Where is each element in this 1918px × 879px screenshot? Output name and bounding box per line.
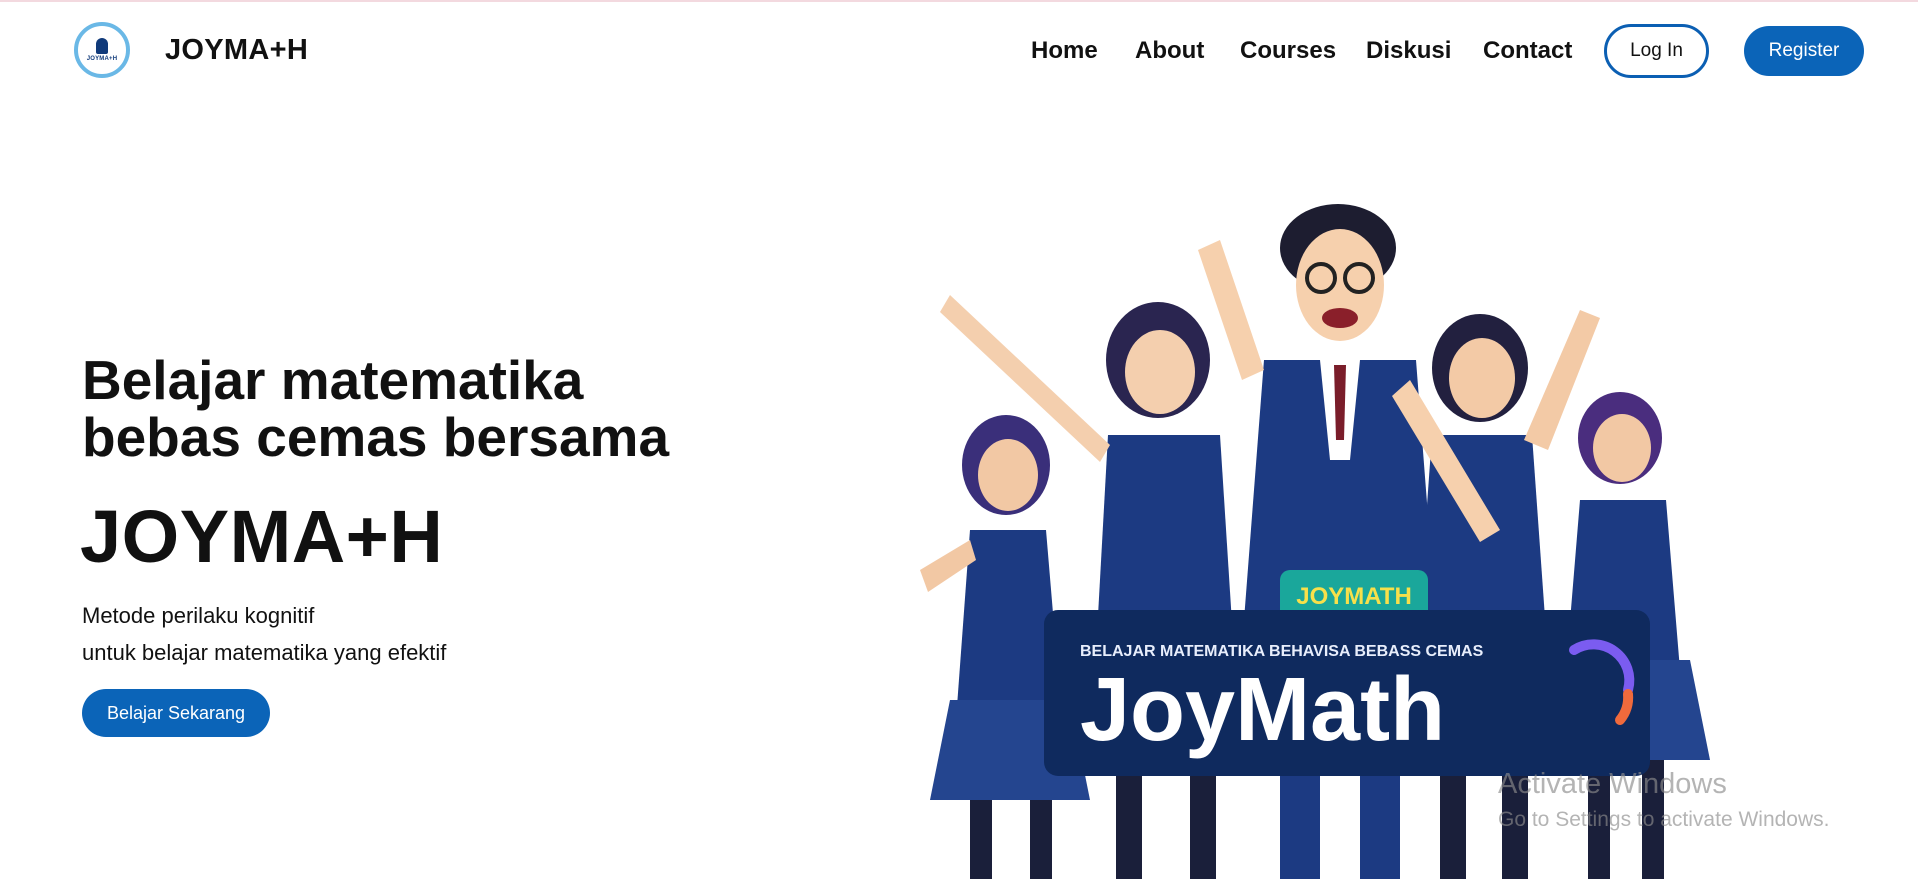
hero-subtitle-line2: untuk belajar matematika yang efektif	[82, 640, 447, 665]
hero-brand: JOYMA+H	[80, 495, 444, 578]
logo-text: JOYMA+H	[86, 56, 118, 62]
hero-subtitle: Metode perilaku kognitif untuk belajar m…	[82, 597, 446, 671]
nav-diskusi[interactable]: Diskusi	[1366, 37, 1451, 65]
hero-title-line1: Belajar matematika	[82, 349, 584, 411]
hero-title-line2: bebas cemas bersama	[82, 406, 670, 468]
joymath-banner: BELAJAR MATEMATIKA BEHAVISA BEBASS CEMAS…	[1044, 610, 1650, 776]
nav-courses[interactable]: Courses	[1240, 37, 1336, 65]
brand-name[interactable]: JOYMA+H	[165, 34, 308, 67]
logo-icon	[96, 38, 108, 54]
banner-title: JoyMath	[1080, 660, 1445, 760]
badge-text: JOYMATH	[1296, 583, 1412, 610]
banner-tagline: BELAJAR MATEMATIKA BEHAVISA BEBASS CEMAS	[1080, 643, 1484, 660]
site-logo[interactable]: JOYMA+H	[74, 22, 130, 78]
activate-windows-hint: Go to Settings to activate Windows.	[1498, 808, 1830, 831]
nav-home[interactable]: Home	[1031, 37, 1098, 65]
activate-windows-watermark: Activate Windows	[1498, 768, 1727, 800]
register-button[interactable]: Register	[1744, 26, 1864, 76]
login-button[interactable]: Log In	[1604, 24, 1709, 78]
hero-title: Belajar matematika bebas cemas bersama	[82, 352, 702, 466]
nav-contact[interactable]: Contact	[1483, 37, 1572, 65]
nav-about[interactable]: About	[1135, 37, 1204, 65]
navbar: JOYMA+H JOYMA+H Home About Courses Disku…	[0, 2, 1918, 98]
start-learning-button[interactable]: Belajar Sekarang	[82, 689, 270, 737]
hero-subtitle-line1: Metode perilaku kognitif	[82, 603, 315, 628]
